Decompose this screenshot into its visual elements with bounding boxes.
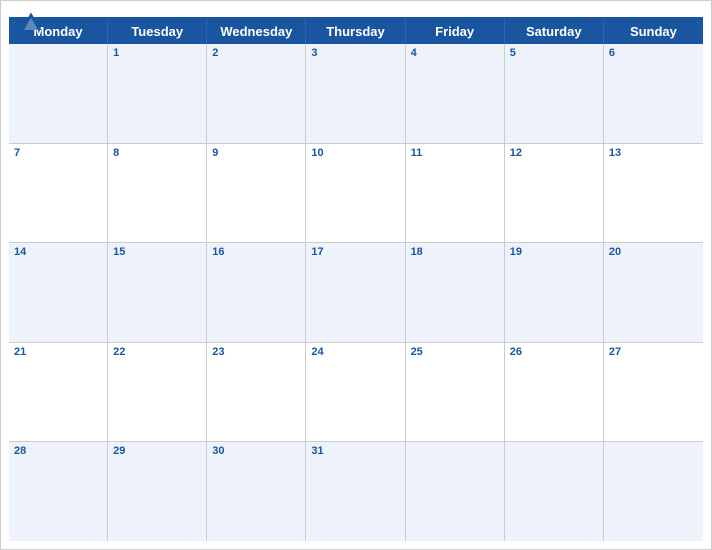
day-cell: 2 <box>207 44 306 143</box>
day-cell: 31 <box>306 442 405 541</box>
day-number: 19 <box>510 246 598 258</box>
day-header-thursday: Thursday <box>306 19 405 44</box>
day-cell: 27 <box>604 343 703 442</box>
day-number: 7 <box>14 147 102 159</box>
day-cell: 25 <box>406 343 505 442</box>
day-cell: 16 <box>207 243 306 342</box>
day-number: 13 <box>609 147 698 159</box>
day-cell: 24 <box>306 343 405 442</box>
day-number: 1 <box>113 47 201 59</box>
calendar-header <box>1 1 711 17</box>
day-cell: 22 <box>108 343 207 442</box>
day-cell: 10 <box>306 144 405 243</box>
logo-area <box>17 9 48 37</box>
day-header-wednesday: Wednesday <box>207 19 306 44</box>
day-number: 8 <box>113 147 201 159</box>
day-number: 16 <box>212 246 300 258</box>
day-header-friday: Friday <box>406 19 505 44</box>
week-row-3: 14 15 16 17 18 19 20 <box>9 243 703 343</box>
day-cell <box>9 44 108 143</box>
day-cell: 28 <box>9 442 108 541</box>
day-header-sunday: Sunday <box>604 19 703 44</box>
day-cell: 23 <box>207 343 306 442</box>
week-row-4: 21 22 23 24 25 26 27 <box>9 343 703 443</box>
day-cell: 13 <box>604 144 703 243</box>
day-number: 14 <box>14 246 102 258</box>
week-row-2: 789 10 11 12 13 <box>9 144 703 244</box>
day-cell: 3 <box>306 44 405 143</box>
day-cell: 8 <box>108 144 207 243</box>
day-number: 9 <box>212 147 300 159</box>
day-number: 31 <box>311 445 399 457</box>
calendar-container: MondayTuesdayWednesdayThursdayFridaySatu… <box>0 0 712 550</box>
day-number: 21 <box>14 346 102 358</box>
day-number: 22 <box>113 346 201 358</box>
day-number: 2 <box>212 47 300 59</box>
day-number: 28 <box>14 445 102 457</box>
day-cell: 18 <box>406 243 505 342</box>
day-number: 11 <box>411 147 499 159</box>
day-cell: 7 <box>9 144 108 243</box>
day-number: 18 <box>411 246 499 258</box>
day-number: 23 <box>212 346 300 358</box>
week-row-5: 28 29 30 31 <box>9 442 703 541</box>
day-cell: 26 <box>505 343 604 442</box>
day-cell: 5 <box>505 44 604 143</box>
day-number: 26 <box>510 346 598 358</box>
day-number: 3 <box>311 47 399 59</box>
day-number: 24 <box>311 346 399 358</box>
day-cell: 11 <box>406 144 505 243</box>
day-cell <box>604 442 703 541</box>
day-cell: 30 <box>207 442 306 541</box>
day-cell: 15 <box>108 243 207 342</box>
day-cell: 1 <box>108 44 207 143</box>
day-header-tuesday: Tuesday <box>108 19 207 44</box>
day-cell: 21 <box>9 343 108 442</box>
day-cell: 17 <box>306 243 405 342</box>
day-cell: 12 <box>505 144 604 243</box>
day-cell: 14 <box>9 243 108 342</box>
logo-icon <box>17 9 45 37</box>
calendar-grid: MondayTuesdayWednesdayThursdayFridaySatu… <box>9 17 703 541</box>
day-cell: 29 <box>108 442 207 541</box>
day-number: 25 <box>411 346 499 358</box>
day-cell <box>505 442 604 541</box>
day-cell: 19 <box>505 243 604 342</box>
day-number: 5 <box>510 47 598 59</box>
day-cell: 20 <box>604 243 703 342</box>
day-header-saturday: Saturday <box>505 19 604 44</box>
day-cell <box>406 442 505 541</box>
day-number: 20 <box>609 246 698 258</box>
day-number: 17 <box>311 246 399 258</box>
weeks-container: 1234567891011121314151617181920212223242… <box>9 44 703 541</box>
day-number: 6 <box>609 47 698 59</box>
day-number: 12 <box>510 147 598 159</box>
day-number: 4 <box>411 47 499 59</box>
day-number: 27 <box>609 346 698 358</box>
day-number: 10 <box>311 147 399 159</box>
day-number: 30 <box>212 445 300 457</box>
day-number: 29 <box>113 445 201 457</box>
day-headers-row: MondayTuesdayWednesdayThursdayFridaySatu… <box>9 19 703 44</box>
day-cell: 9 <box>207 144 306 243</box>
day-number: 15 <box>113 246 201 258</box>
day-cell: 6 <box>604 44 703 143</box>
week-row-1: 123456 <box>9 44 703 144</box>
day-cell: 4 <box>406 44 505 143</box>
